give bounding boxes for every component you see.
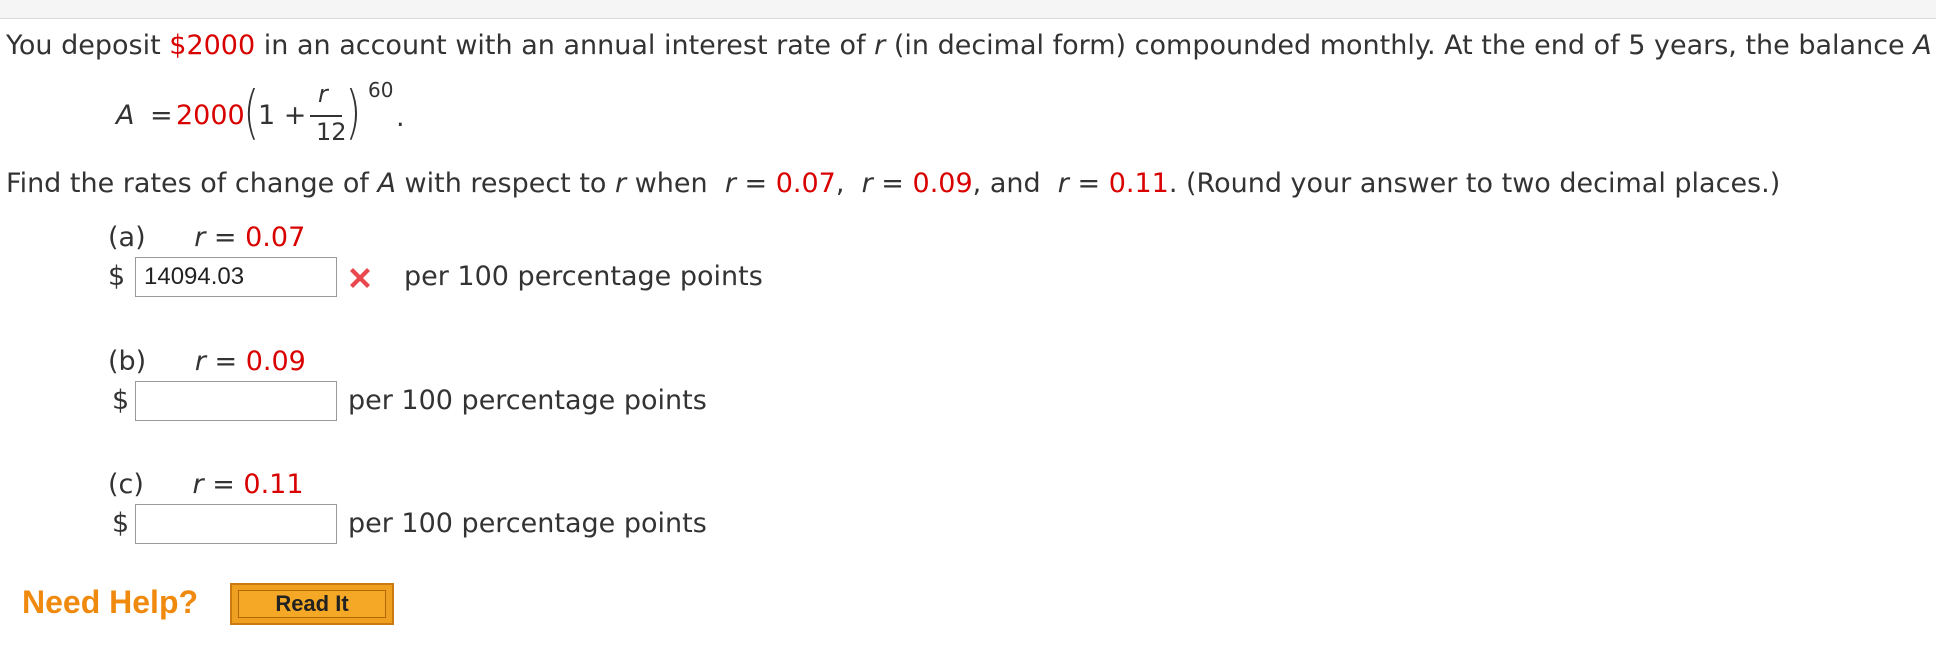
part-c-header: (c) r = 0.11 [108,469,304,500]
variable-r: r [874,30,886,61]
part-label: (a) [108,222,146,253]
problem-text: is [1932,30,1936,61]
formula-exponent: 60 [368,78,394,102]
read-it-label: Read It [275,591,349,616]
part-label: (b) [108,346,147,377]
fraction-numerator: r [318,80,328,108]
fraction-bar [310,115,342,117]
answer-input-b[interactable] [135,381,337,421]
problem-text: in an account with an annual interest ra… [255,30,875,61]
fraction-denominator: 12 [316,118,347,146]
variable-a: A [377,168,396,199]
variable-r: r [615,168,627,199]
r-equals: r = [194,222,237,253]
part-label: (c) [108,469,144,500]
currency-symbol: $ [112,508,130,539]
deposit-amount: $2000 [169,30,256,61]
answer-input-c[interactable] [135,504,337,544]
currency-symbol: $ [108,261,126,292]
read-it-button[interactable]: Read It [230,583,394,625]
formula-coefficient: 2000 [176,100,245,131]
variable-a: A [1913,30,1932,61]
formula-period: . [396,102,405,133]
part-r-value: 0.11 [243,469,304,500]
r-equals: r = [724,168,768,199]
balance-formula: A = 2000 ( 1 + r 12 ) 60 . [116,78,446,160]
part-r-value: 0.09 [245,346,306,377]
r-value-2: 0.09 [912,168,973,199]
unit-text: per 100 percentage points [404,261,763,292]
instruction-text: Find the rates of change of A with respe… [6,168,1780,199]
problem-text: (in decimal form) compounded monthly. At… [885,30,1914,61]
top-bar [0,0,1936,19]
left-paren: ( [243,78,260,146]
instruction-part: , [835,168,845,199]
instruction-part: Find the rates of change of [6,168,378,199]
answer-input-a[interactable] [135,257,337,297]
instruction-part: . (Round your answer to two decimal plac… [1168,168,1781,199]
r-equals: r = [192,469,235,500]
r-value-3: 0.11 [1108,168,1169,199]
incorrect-icon [350,268,370,288]
formula-equals: = [150,100,173,131]
problem-statement: You deposit $2000 in an account with an … [6,30,1936,61]
read-it-button-face: Read It [238,590,386,618]
need-help-label: Need Help? [22,584,199,620]
unit-text: per 100 percentage points [348,508,707,539]
part-a-header: (a) r = 0.07 [108,222,305,253]
r-equals: r = [1057,168,1101,199]
problem-text: You deposit [6,30,170,61]
formula-lhs: A [116,100,135,131]
part-r-value: 0.07 [245,222,306,253]
part-b-header: (b) r = 0.09 [108,346,306,377]
r-equals: r = [194,346,238,377]
instruction-part: , and [972,168,1041,199]
r-equals: r = [861,168,904,199]
unit-text: per 100 percentage points [348,385,707,416]
instruction-part: when [626,168,717,199]
instruction-part: with respect to [395,168,616,199]
r-value-1: 0.07 [775,168,836,199]
currency-symbol: $ [112,385,130,416]
right-paren: ) [345,78,362,146]
formula-one-plus: 1 + [258,100,307,131]
